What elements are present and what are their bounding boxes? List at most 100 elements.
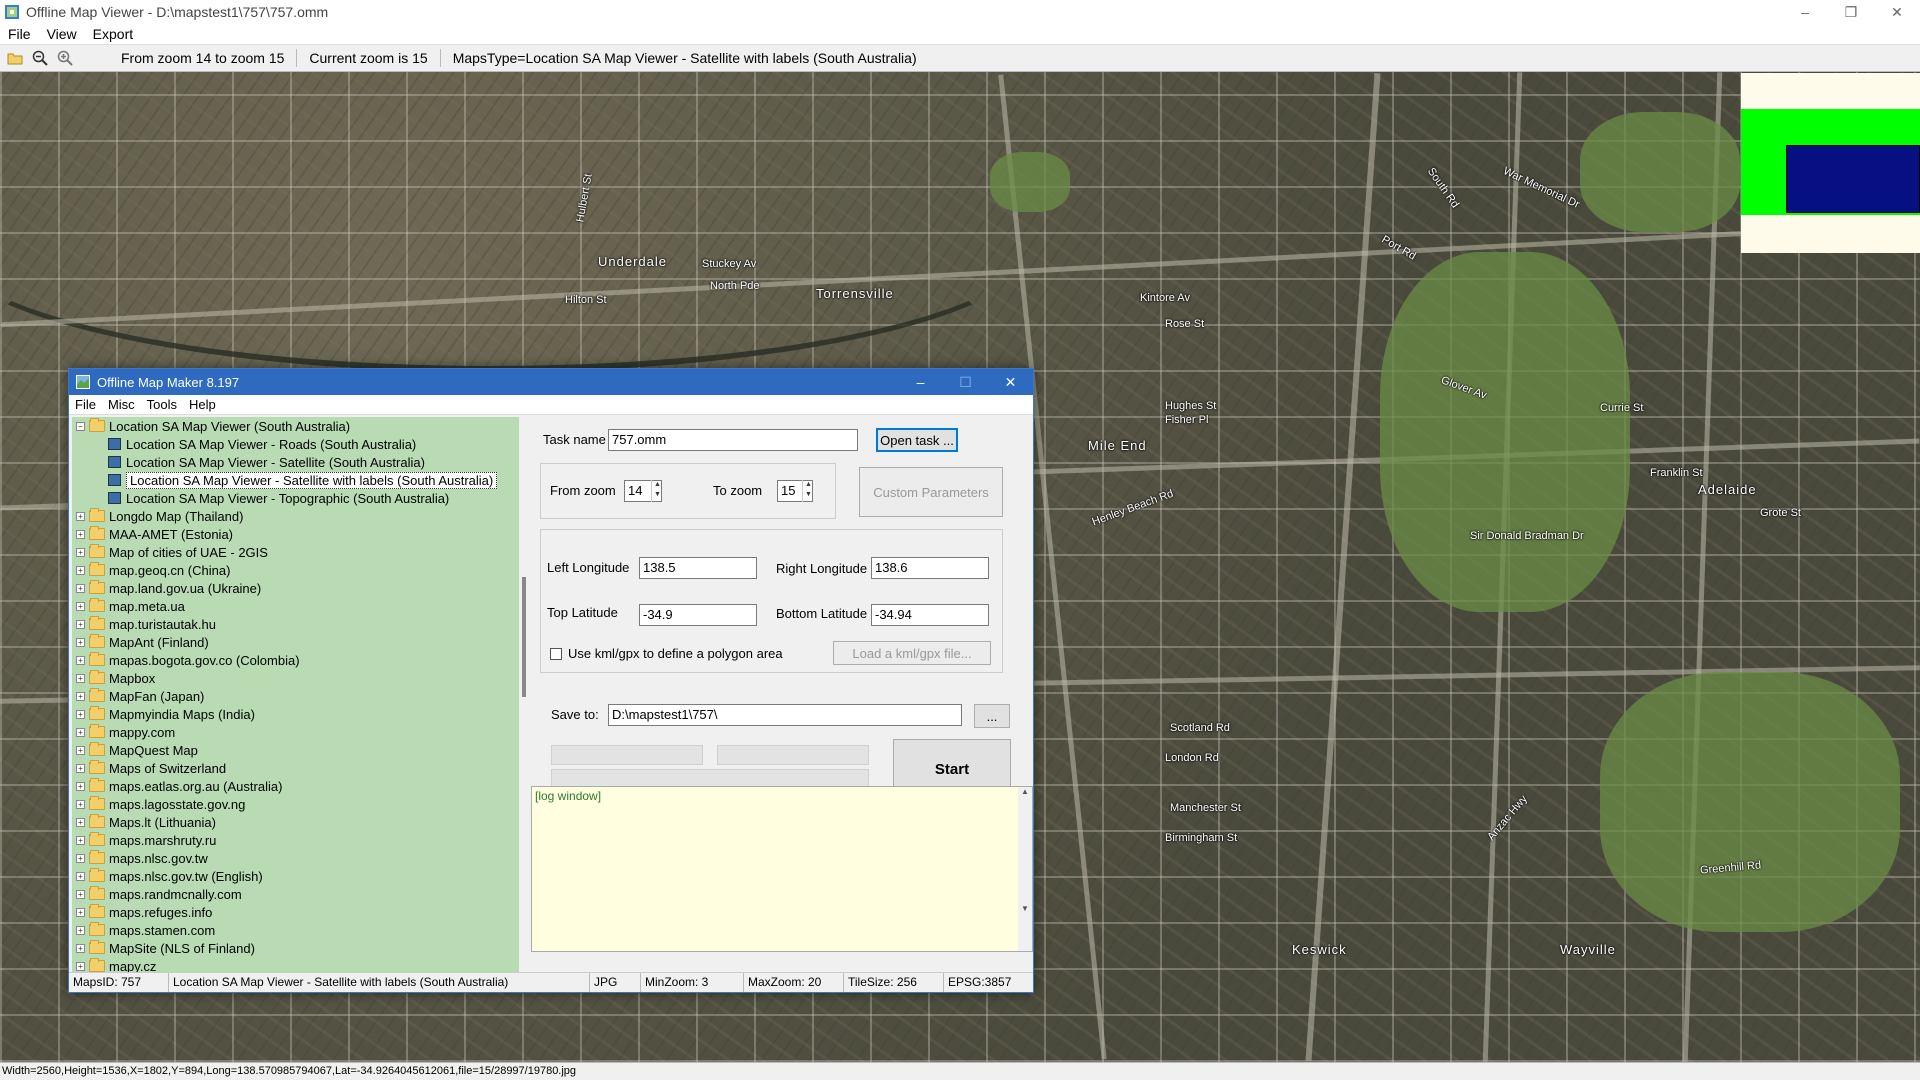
map-layer-icon bbox=[108, 456, 121, 468]
map-source-tree[interactable]: − Location SA Map Viewer (South Australi… bbox=[72, 417, 519, 972]
left-longitude-input[interactable]: 138.5 bbox=[639, 557, 757, 579]
use-kml-checkbox[interactable] bbox=[550, 648, 562, 660]
expand-icon[interactable]: + bbox=[76, 637, 85, 647]
expand-icon[interactable]: + bbox=[76, 961, 85, 971]
dialog-menu-misc[interactable]: Misc bbox=[102, 397, 141, 412]
tree-node-provider[interactable]: + Mapmyindia Maps (India) bbox=[72, 705, 519, 723]
browse-folder-button[interactable]: ... bbox=[974, 704, 1010, 728]
tree-node-child[interactable]: Location SA Map Viewer - Topographic (So… bbox=[72, 489, 519, 507]
bottom-latitude-input[interactable]: -34.94 bbox=[871, 604, 989, 626]
tree-node-provider[interactable]: + maps.lagosstate.gov.ng bbox=[72, 795, 519, 813]
from-zoom-spinner[interactable]: ▲ ▼ bbox=[651, 480, 663, 502]
scrollbar-thumb[interactable] bbox=[522, 577, 526, 697]
expand-icon[interactable]: + bbox=[76, 619, 85, 629]
tree-node-provider[interactable]: + maps.eatlas.org.au (Australia) bbox=[72, 777, 519, 795]
tree-node-provider[interactable]: + map.land.gov.ua (Ukraine) bbox=[72, 579, 519, 597]
tree-node-provider[interactable]: + Longdo Map (Thailand) bbox=[72, 507, 519, 525]
tree-node-provider[interactable]: + MapFan (Japan) bbox=[72, 687, 519, 705]
dialog-maximize-button[interactable]: ☐ bbox=[943, 374, 988, 391]
close-button[interactable]: ✕ bbox=[1874, 4, 1920, 21]
dialog-minimize-button[interactable]: – bbox=[898, 374, 943, 391]
menu-file[interactable]: File bbox=[0, 26, 39, 42]
tree-node-provider[interactable]: + maps.nlsc.gov.tw bbox=[72, 849, 519, 867]
tree-node-label: maps.eatlas.org.au (Australia) bbox=[109, 778, 283, 794]
expand-icon[interactable]: + bbox=[76, 529, 85, 539]
expand-icon[interactable]: + bbox=[76, 691, 85, 701]
tree-node-child[interactable]: Location SA Map Viewer - Roads (South Au… bbox=[72, 435, 519, 453]
tree-node-root[interactable]: − Location SA Map Viewer (South Australi… bbox=[72, 417, 519, 435]
expand-icon[interactable]: + bbox=[76, 871, 85, 881]
custom-parameters-button[interactable]: Custom Parameters bbox=[859, 467, 1003, 517]
maps-type-text: MapsType=Location SA Map Viewer - Satell… bbox=[452, 50, 917, 66]
menu-export[interactable]: Export bbox=[85, 26, 141, 42]
overview-minimap[interactable] bbox=[1741, 73, 1920, 253]
expand-icon[interactable]: + bbox=[76, 889, 85, 899]
log-scrollbar[interactable]: ▲ ▼ bbox=[1018, 787, 1032, 951]
expand-icon[interactable]: + bbox=[76, 781, 85, 791]
tree-node-provider[interactable]: + Mapbox bbox=[72, 669, 519, 687]
expand-icon[interactable]: + bbox=[76, 835, 85, 845]
top-latitude-input[interactable]: -34.9 bbox=[639, 604, 757, 626]
expand-icon[interactable]: + bbox=[76, 745, 85, 755]
dialog-menu-tools[interactable]: Tools bbox=[141, 397, 183, 412]
expand-icon[interactable]: + bbox=[76, 763, 85, 773]
menu-view[interactable]: View bbox=[39, 26, 85, 42]
tree-node-provider[interactable]: + MapAnt (Finland) bbox=[72, 633, 519, 651]
dialog-close-button[interactable]: ✕ bbox=[988, 374, 1033, 391]
tree-node-provider[interactable]: + mapas.bogota.gov.co (Colombia) bbox=[72, 651, 519, 669]
map-label: Keswick bbox=[1292, 942, 1347, 957]
tree-node-provider[interactable]: + MAA-AMET (Estonia) bbox=[72, 525, 519, 543]
tree-node-provider[interactable]: + maps.nlsc.gov.tw (English) bbox=[72, 867, 519, 885]
tree-node-provider[interactable]: + MapSite (NLS of Finland) bbox=[72, 939, 519, 957]
log-window[interactable]: [log window] ▲ ▼ bbox=[531, 786, 1033, 952]
minimize-button[interactable]: – bbox=[1782, 4, 1828, 21]
expand-icon[interactable]: + bbox=[76, 799, 85, 809]
expand-icon[interactable]: + bbox=[76, 853, 85, 863]
dialog-menu-help[interactable]: Help bbox=[183, 397, 222, 412]
expand-icon[interactable]: + bbox=[76, 655, 85, 665]
tree-node-provider[interactable]: + MapQuest Map bbox=[72, 741, 519, 759]
expand-icon[interactable]: + bbox=[76, 943, 85, 953]
open-task-button[interactable]: Open task ... bbox=[876, 428, 958, 452]
tree-node-provider[interactable]: + maps.marshruty.ru bbox=[72, 831, 519, 849]
expand-icon[interactable]: + bbox=[76, 601, 85, 611]
tree-node-provider[interactable]: + Maps.lt (Lithuania) bbox=[72, 813, 519, 831]
maximize-button[interactable]: ❐ bbox=[1828, 4, 1874, 21]
tree-node-provider[interactable]: + map.turistautak.hu bbox=[72, 615, 519, 633]
expand-icon[interactable]: + bbox=[76, 907, 85, 917]
tree-node-child-selected[interactable]: Location SA Map Viewer - Satellite with … bbox=[72, 471, 519, 489]
task-name-input[interactable]: 757.omm bbox=[608, 429, 858, 451]
tree-scrollbar[interactable] bbox=[519, 417, 531, 972]
tree-node-provider[interactable]: + Maps of Switzerland bbox=[72, 759, 519, 777]
save-to-input[interactable]: D:\mapstest1\757\ bbox=[608, 704, 962, 726]
tree-node-provider[interactable]: + maps.stamen.com bbox=[72, 921, 519, 939]
expand-icon[interactable]: + bbox=[76, 511, 85, 521]
tree-node-provider[interactable]: + map.meta.ua bbox=[72, 597, 519, 615]
tree-node-provider[interactable]: + maps.refuges.info bbox=[72, 903, 519, 921]
zoom-in-icon[interactable] bbox=[55, 48, 75, 68]
dialog-menu-file[interactable]: File bbox=[69, 397, 102, 412]
expand-icon[interactable]: + bbox=[76, 547, 85, 557]
expand-icon[interactable]: + bbox=[76, 565, 85, 575]
right-longitude-input[interactable]: 138.6 bbox=[871, 557, 989, 579]
tree-node-label: maps.nlsc.gov.tw (English) bbox=[109, 868, 263, 884]
load-kml-button[interactable]: Load a kml/gpx file... bbox=[833, 641, 991, 665]
tree-node-provider[interactable]: + mappy.com bbox=[72, 723, 519, 741]
map-label: Kintore Av bbox=[1140, 292, 1190, 304]
expand-icon[interactable]: + bbox=[76, 709, 85, 719]
tree-node-provider[interactable]: + maps.randmcnally.com bbox=[72, 885, 519, 903]
collapse-icon[interactable]: − bbox=[76, 421, 85, 431]
progress-bar-zoom bbox=[551, 745, 703, 765]
expand-icon[interactable]: + bbox=[76, 727, 85, 737]
expand-icon[interactable]: + bbox=[76, 817, 85, 827]
expand-icon[interactable]: + bbox=[76, 925, 85, 935]
zoom-out-icon[interactable] bbox=[30, 48, 50, 68]
tree-node-child[interactable]: Location SA Map Viewer - Satellite (Sout… bbox=[72, 453, 519, 471]
tree-node-provider[interactable]: + Map of cities of UAE - 2GIS bbox=[72, 543, 519, 561]
to-zoom-spinner[interactable]: ▲ ▼ bbox=[802, 480, 814, 502]
open-folder-icon[interactable] bbox=[5, 48, 25, 68]
expand-icon[interactable]: + bbox=[76, 673, 85, 683]
tree-node-provider[interactable]: + mapy.cz bbox=[72, 957, 519, 972]
expand-icon[interactable]: + bbox=[76, 583, 85, 593]
tree-node-provider[interactable]: + map.geoq.cn (China) bbox=[72, 561, 519, 579]
